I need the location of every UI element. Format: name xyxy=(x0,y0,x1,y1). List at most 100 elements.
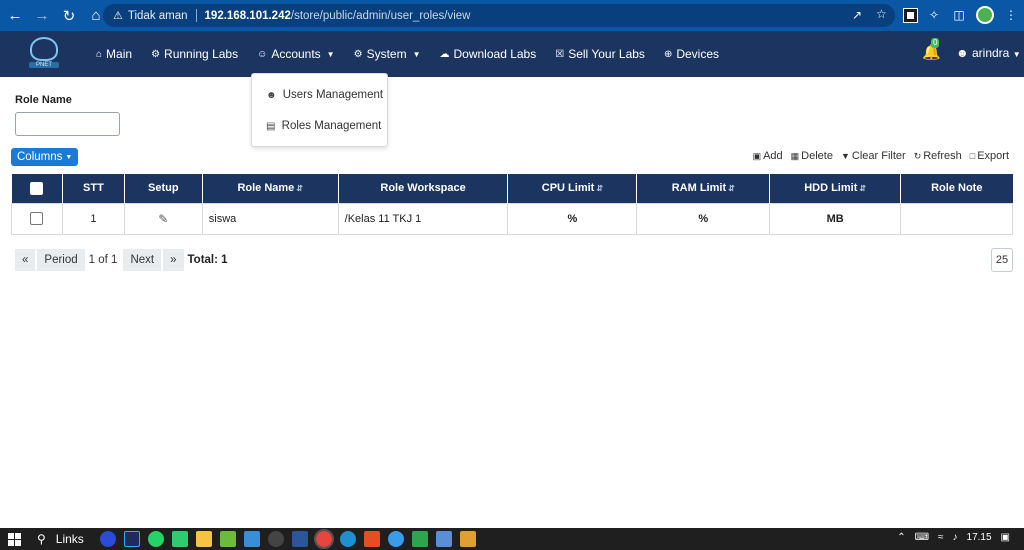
menu-item-sell-labs[interactable]: ☒ Sell Your Labs xyxy=(555,47,645,61)
delete-label: Delete xyxy=(801,150,833,162)
menu-item-download-labs[interactable]: ☁ Download Labs xyxy=(440,47,537,61)
home-icon: ⌂ xyxy=(96,48,103,60)
app-icon[interactable] xyxy=(100,531,116,547)
page-size-select[interactable]: 25 xyxy=(991,248,1013,272)
export-button[interactable]: □ Export xyxy=(970,150,1009,162)
table-toolbar: ▣ Add ▦ Delete ▼ Clear Filter ↻ Refresh □ Exp… xyxy=(753,150,1009,162)
header-stt[interactable]: STT xyxy=(62,174,125,203)
dropdown-item-users-management[interactable]: ☻ Users Management xyxy=(266,89,383,101)
caret-down-icon: ▼ xyxy=(412,49,421,59)
header-cpu-limit[interactable]: CPU Limit ⇵ xyxy=(507,174,638,203)
chrome-icon[interactable] xyxy=(314,529,334,549)
header-ram-limit[interactable]: RAM Limit ⇵ xyxy=(636,174,771,203)
menu-item-main[interactable]: ⌂ Main xyxy=(96,47,132,61)
menu-item-label: Accounts xyxy=(271,47,321,61)
reload-icon[interactable]: ↻ xyxy=(57,4,81,28)
next-page-button[interactable]: Next xyxy=(123,249,162,271)
pnet-logo[interactable]: PNET xyxy=(29,37,59,71)
puzzle-icon[interactable]: ✧ xyxy=(926,7,942,23)
share-icon[interactable]: ↗ xyxy=(852,8,862,22)
menu-item-running-labs[interactable]: ⚙ Running Labs xyxy=(151,47,238,61)
photoshop-icon[interactable] xyxy=(124,531,140,547)
search-icon: ⚲ xyxy=(37,532,46,546)
menu-item-accounts[interactable]: ☺ Accounts ▼ xyxy=(257,47,335,61)
file-explorer-icon[interactable] xyxy=(196,531,212,547)
taskbar-search[interactable]: ⚲ Links xyxy=(37,532,84,546)
menu-item-label: Main xyxy=(106,47,133,61)
dropdown-item-label: Users Management xyxy=(282,89,384,101)
refresh-button[interactable]: ↻ Refresh xyxy=(914,150,962,162)
edit-icon[interactable]: ✎ xyxy=(158,212,168,226)
app-icon[interactable] xyxy=(268,531,284,547)
virtualbox-icon[interactable] xyxy=(436,531,452,547)
export-label: Export xyxy=(977,150,1009,162)
role-name-filter-label: Role Name xyxy=(15,94,72,106)
header-role-name[interactable]: Role Name ⇵ xyxy=(202,174,339,203)
stt-cell: 1 xyxy=(61,202,125,235)
first-page-button[interactable]: « xyxy=(15,249,36,271)
header-role-workspace[interactable]: Role Workspace xyxy=(338,174,509,203)
select-all-checkbox[interactable] xyxy=(30,181,44,195)
word-icon[interactable] xyxy=(292,531,308,547)
delete-button[interactable]: ▦ Delete xyxy=(791,150,833,162)
app-icon[interactable] xyxy=(244,531,260,547)
sort-icon: ⇵ xyxy=(596,184,604,194)
app-icon[interactable] xyxy=(412,531,428,547)
app-icon[interactable] xyxy=(172,531,188,547)
taskbar-search-label: Links xyxy=(55,532,84,546)
header-hdd-limit[interactable]: HDD Limit ⇵ xyxy=(769,174,902,203)
chevron-up-icon[interactable]: ⌃ xyxy=(897,532,905,543)
id-card-icon: ▤ xyxy=(266,121,276,132)
pagination: « Period 1 of 1 Next » Total: 1 xyxy=(15,249,228,271)
wifi-icon[interactable]: ≈ xyxy=(938,532,944,543)
add-button[interactable]: ▣ Add xyxy=(753,150,783,162)
role-name-filter-input[interactable] xyxy=(15,112,120,136)
menu-item-devices[interactable]: ⊕ Devices xyxy=(664,47,719,61)
columns-button[interactable]: Columns ▼ xyxy=(11,148,79,166)
main-menu: ⌂ Main ⚙ Running Labs ☺ Accounts ▼ ⚙ Sys… xyxy=(96,31,738,77)
back-arrow-icon[interactable]: ← xyxy=(3,4,27,28)
header-setup: Setup xyxy=(124,174,203,203)
qr-code-icon[interactable] xyxy=(903,7,918,23)
header-label: Role Name xyxy=(237,182,295,195)
columns-button-label: Columns xyxy=(17,151,63,163)
kebab-menu-icon[interactable]: ⋮ xyxy=(1003,7,1019,23)
cogs-icon: ⚙ xyxy=(151,48,161,60)
address-bar[interactable]: ⚠ Tidak aman 192.168.101.242 /store/publ… xyxy=(103,4,895,27)
user-menu[interactable]: ☻ arindra ▼ xyxy=(956,46,1021,60)
caret-down-icon: ▼ xyxy=(1012,50,1021,59)
volume-icon[interactable]: ♪ xyxy=(953,532,958,543)
sort-icon: ⇵ xyxy=(728,184,735,194)
menu-item-system[interactable]: ⚙ System ▼ xyxy=(354,47,421,61)
app-icon[interactable] xyxy=(460,531,476,547)
app-icon[interactable] xyxy=(388,531,404,547)
last-page-button[interactable]: » xyxy=(163,249,184,271)
forward-arrow-icon[interactable]: → xyxy=(30,4,54,28)
side-panel-icon[interactable]: ◫ xyxy=(951,7,967,23)
profile-avatar-icon[interactable] xyxy=(976,6,994,24)
user-icon: ☻ xyxy=(956,46,969,60)
app-icon[interactable] xyxy=(364,531,380,547)
windows-start-icon[interactable] xyxy=(8,532,21,546)
clear-filter-button[interactable]: ▼ Clear Filter xyxy=(841,150,906,162)
edge-icon[interactable] xyxy=(340,531,356,547)
clock[interactable]: 17.15 xyxy=(967,532,992,543)
role-name-cell: siswa xyxy=(201,202,339,235)
header-role-note[interactable]: Role Note xyxy=(900,174,1013,203)
app-icon[interactable] xyxy=(220,531,236,547)
whatsapp-icon[interactable] xyxy=(148,531,164,547)
gear-icon: ⚙ xyxy=(353,48,363,60)
system-tray: ⌃ ⌨ ≈ ♪ 17.15 ▣ xyxy=(897,532,1010,543)
row-checkbox[interactable] xyxy=(30,212,44,225)
dropdown-item-roles-management[interactable]: ▤ Roles Management xyxy=(266,120,381,132)
header-label: HDD Limit xyxy=(804,182,858,195)
warning-icon: ⚠ xyxy=(113,10,123,22)
notification-bell-icon[interactable]: 🔔 0 xyxy=(922,38,941,61)
keyboard-icon[interactable]: ⌨ xyxy=(915,532,929,543)
star-icon[interactable]: ☆ xyxy=(876,7,887,21)
notification-center-icon[interactable]: ▣ xyxy=(1001,532,1010,543)
previous-page-button[interactable]: Period xyxy=(37,249,85,271)
cpu-limit-cell: % xyxy=(507,202,638,235)
url-host: 192.168.101.242 xyxy=(204,9,291,22)
dropdown-item-label: Roles Management xyxy=(281,120,382,132)
